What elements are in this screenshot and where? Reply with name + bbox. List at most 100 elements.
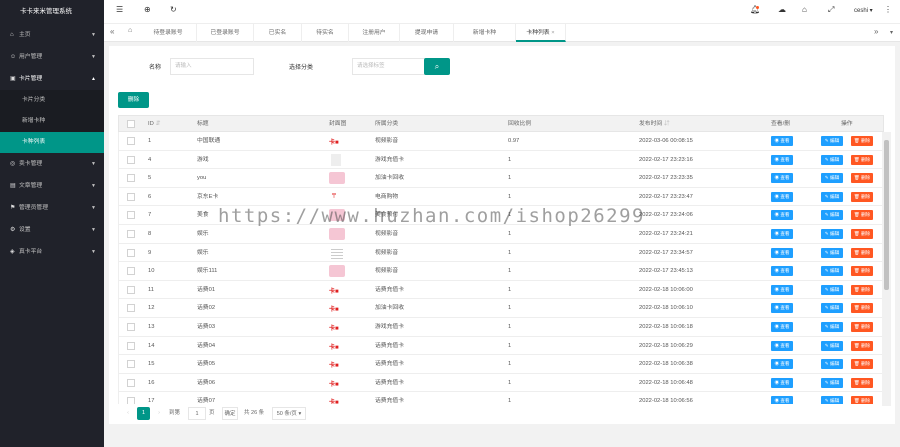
sidebar-item-1[interactable]: ☺ 用户管理 ▼ bbox=[0, 46, 104, 68]
row-checkbox[interactable] bbox=[127, 174, 135, 183]
view-button[interactable]: ◉ 查看 bbox=[771, 322, 793, 332]
batch-delete-button[interactable]: 删除 bbox=[118, 92, 149, 108]
tabs-scroll-left-icon[interactable]: « bbox=[110, 27, 114, 36]
tab-6[interactable]: 新增卡种 bbox=[454, 24, 516, 42]
name-input[interactable]: 请输入 bbox=[170, 58, 254, 75]
tab-0[interactable]: 待登录账号 bbox=[140, 24, 197, 42]
refresh-icon[interactable]: ↻ bbox=[170, 5, 177, 14]
row-checkbox[interactable] bbox=[127, 323, 135, 331]
edit-button[interactable]: ✎ 编辑 bbox=[821, 284, 843, 295]
menu-toggle-icon[interactable]: ☰ bbox=[116, 5, 123, 14]
page-1-button[interactable]: 1 bbox=[137, 407, 150, 420]
delete-button[interactable]: 🗑︎ 删除 bbox=[851, 377, 873, 388]
view-button[interactable]: ◉ 查看 bbox=[771, 136, 793, 146]
edit-button[interactable]: ✎ 编辑 bbox=[821, 154, 843, 165]
delete-button[interactable]: 🗑︎ 删除 bbox=[851, 173, 873, 184]
view-button[interactable]: ◉ 查看 bbox=[771, 191, 793, 202]
row-checkbox[interactable] bbox=[127, 304, 135, 313]
row-checkbox[interactable] bbox=[127, 267, 135, 276]
delete-button[interactable]: 🗑︎ 删除 bbox=[851, 229, 873, 239]
tabs-menu-icon[interactable]: ▾ bbox=[890, 29, 893, 36]
next-page-icon[interactable]: › bbox=[154, 407, 164, 420]
sidebar-item-5[interactable]: ⚑ 管理员管理 ▼ bbox=[0, 197, 104, 219]
globe-icon[interactable]: ⊕ bbox=[144, 5, 151, 14]
user-menu[interactable]: ceshi ▾ bbox=[854, 7, 873, 14]
edit-button[interactable]: ✎ 编辑 bbox=[821, 377, 843, 388]
row-checkbox[interactable] bbox=[127, 248, 135, 257]
tab-2[interactable]: 已实名 bbox=[254, 24, 302, 42]
tab-5[interactable]: 提现申请 bbox=[400, 24, 454, 42]
row-checkbox[interactable] bbox=[127, 285, 135, 294]
delete-button[interactable]: 🗑︎ 删除 bbox=[851, 247, 873, 258]
fullscreen-icon[interactable]: ⤢ bbox=[828, 5, 834, 15]
edit-button[interactable]: ✎ 编辑 bbox=[821, 303, 843, 314]
prev-page-icon[interactable]: ‹ bbox=[123, 407, 133, 420]
table-scrollbar-thumb[interactable] bbox=[884, 140, 889, 290]
row-checkbox[interactable] bbox=[127, 137, 135, 145]
sidebar-subitem-0[interactable]: 卡片分类 bbox=[0, 90, 104, 111]
goto-confirm-button[interactable]: 确定 bbox=[222, 407, 238, 420]
view-button[interactable]: ◉ 查看 bbox=[771, 210, 793, 221]
sidebar-item-7[interactable]: ◈ 真卡平台 ▼ bbox=[0, 241, 104, 263]
view-button[interactable]: ◉ 查看 bbox=[771, 377, 793, 388]
home-tab-icon[interactable]: ⌂ bbox=[128, 27, 132, 34]
header-id[interactable]: ID ⇵ bbox=[148, 116, 160, 133]
edit-button[interactable]: ✎ 编辑 bbox=[821, 229, 843, 239]
view-button[interactable]: ◉ 查看 bbox=[771, 173, 793, 184]
sidebar-item-3[interactable]: ◎ 卖卡管理 ▼ bbox=[0, 153, 104, 175]
delete-button[interactable]: 🗑︎ 删除 bbox=[851, 359, 873, 370]
sidebar-subitem-2[interactable]: 卡种列表 bbox=[0, 132, 104, 153]
select-all-checkbox[interactable] bbox=[127, 120, 135, 128]
sidebar-item-4[interactable]: ▤ 文章管理 ▼ bbox=[0, 175, 104, 197]
view-button[interactable]: ◉ 查看 bbox=[771, 359, 793, 370]
delete-button[interactable]: 🗑︎ 删除 bbox=[851, 154, 873, 165]
view-button[interactable]: ◉ 查看 bbox=[771, 154, 793, 165]
view-button[interactable]: ◉ 查看 bbox=[771, 229, 793, 239]
tab-1[interactable]: 已登录账号 bbox=[197, 24, 254, 42]
edit-button[interactable]: ✎ 编辑 bbox=[821, 322, 843, 332]
edit-button[interactable]: ✎ 编辑 bbox=[821, 266, 843, 277]
view-button[interactable]: ◉ 查看 bbox=[771, 303, 793, 314]
delete-button[interactable]: 🗑︎ 删除 bbox=[851, 136, 873, 146]
theme-icon[interactable]: ☁ bbox=[778, 5, 786, 14]
goto-page-input[interactable]: 1 bbox=[188, 407, 206, 420]
row-checkbox[interactable] bbox=[127, 378, 135, 387]
per-page-select[interactable]: 50 条/页 ▾ bbox=[272, 407, 306, 420]
view-button[interactable]: ◉ 查看 bbox=[771, 396, 793, 404]
sidebar-item-6[interactable]: ⚙ 设置 ▼ bbox=[0, 219, 104, 241]
delete-button[interactable]: 🗑︎ 删除 bbox=[851, 191, 873, 202]
sidebar-subitem-1[interactable]: 新增卡种 bbox=[0, 111, 104, 132]
view-button[interactable]: ◉ 查看 bbox=[771, 340, 793, 351]
edit-button[interactable]: ✎ 编辑 bbox=[821, 136, 843, 146]
close-icon[interactable]: × bbox=[551, 30, 554, 36]
row-checkbox[interactable] bbox=[127, 341, 135, 350]
delete-button[interactable]: 🗑︎ 删除 bbox=[851, 210, 873, 221]
row-checkbox[interactable] bbox=[127, 211, 135, 220]
sidebar-item-0[interactable]: ⌂ 主页 ▼ bbox=[0, 24, 104, 46]
tabs-scroll-right-icon[interactable]: » bbox=[874, 27, 878, 36]
edit-button[interactable]: ✎ 编辑 bbox=[821, 173, 843, 184]
tab-7[interactable]: 卡种列表 × bbox=[516, 24, 566, 42]
view-button[interactable]: ◉ 查看 bbox=[771, 247, 793, 258]
edit-button[interactable]: ✎ 编辑 bbox=[821, 191, 843, 202]
more-icon[interactable]: ⋮ bbox=[884, 5, 892, 14]
delete-button[interactable]: 🗑︎ 删除 bbox=[851, 340, 873, 351]
row-checkbox[interactable] bbox=[127, 155, 135, 164]
view-button[interactable]: ◉ 查看 bbox=[771, 284, 793, 295]
tag-icon[interactable]: ⌂ bbox=[802, 5, 807, 14]
tab-3[interactable]: 待实名 bbox=[302, 24, 349, 42]
delete-button[interactable]: 🗑︎ 删除 bbox=[851, 266, 873, 277]
edit-button[interactable]: ✎ 编辑 bbox=[821, 359, 843, 370]
header-time[interactable]: 发布时间 ⇵ bbox=[639, 116, 670, 133]
edit-button[interactable]: ✎ 编辑 bbox=[821, 340, 843, 351]
edit-button[interactable]: ✎ 编辑 bbox=[821, 396, 843, 404]
tab-4[interactable]: 注册用户 bbox=[349, 24, 400, 42]
view-button[interactable]: ◉ 查看 bbox=[771, 266, 793, 277]
sidebar-item-2[interactable]: ▣ 卡片管理 ▲ bbox=[0, 68, 104, 90]
row-checkbox[interactable] bbox=[127, 192, 135, 201]
search-button[interactable]: ⌕ bbox=[424, 58, 450, 75]
delete-button[interactable]: 🗑︎ 删除 bbox=[851, 284, 873, 295]
row-checkbox[interactable] bbox=[127, 360, 135, 369]
edit-button[interactable]: ✎ 编辑 bbox=[821, 210, 843, 221]
row-checkbox[interactable] bbox=[127, 230, 135, 238]
